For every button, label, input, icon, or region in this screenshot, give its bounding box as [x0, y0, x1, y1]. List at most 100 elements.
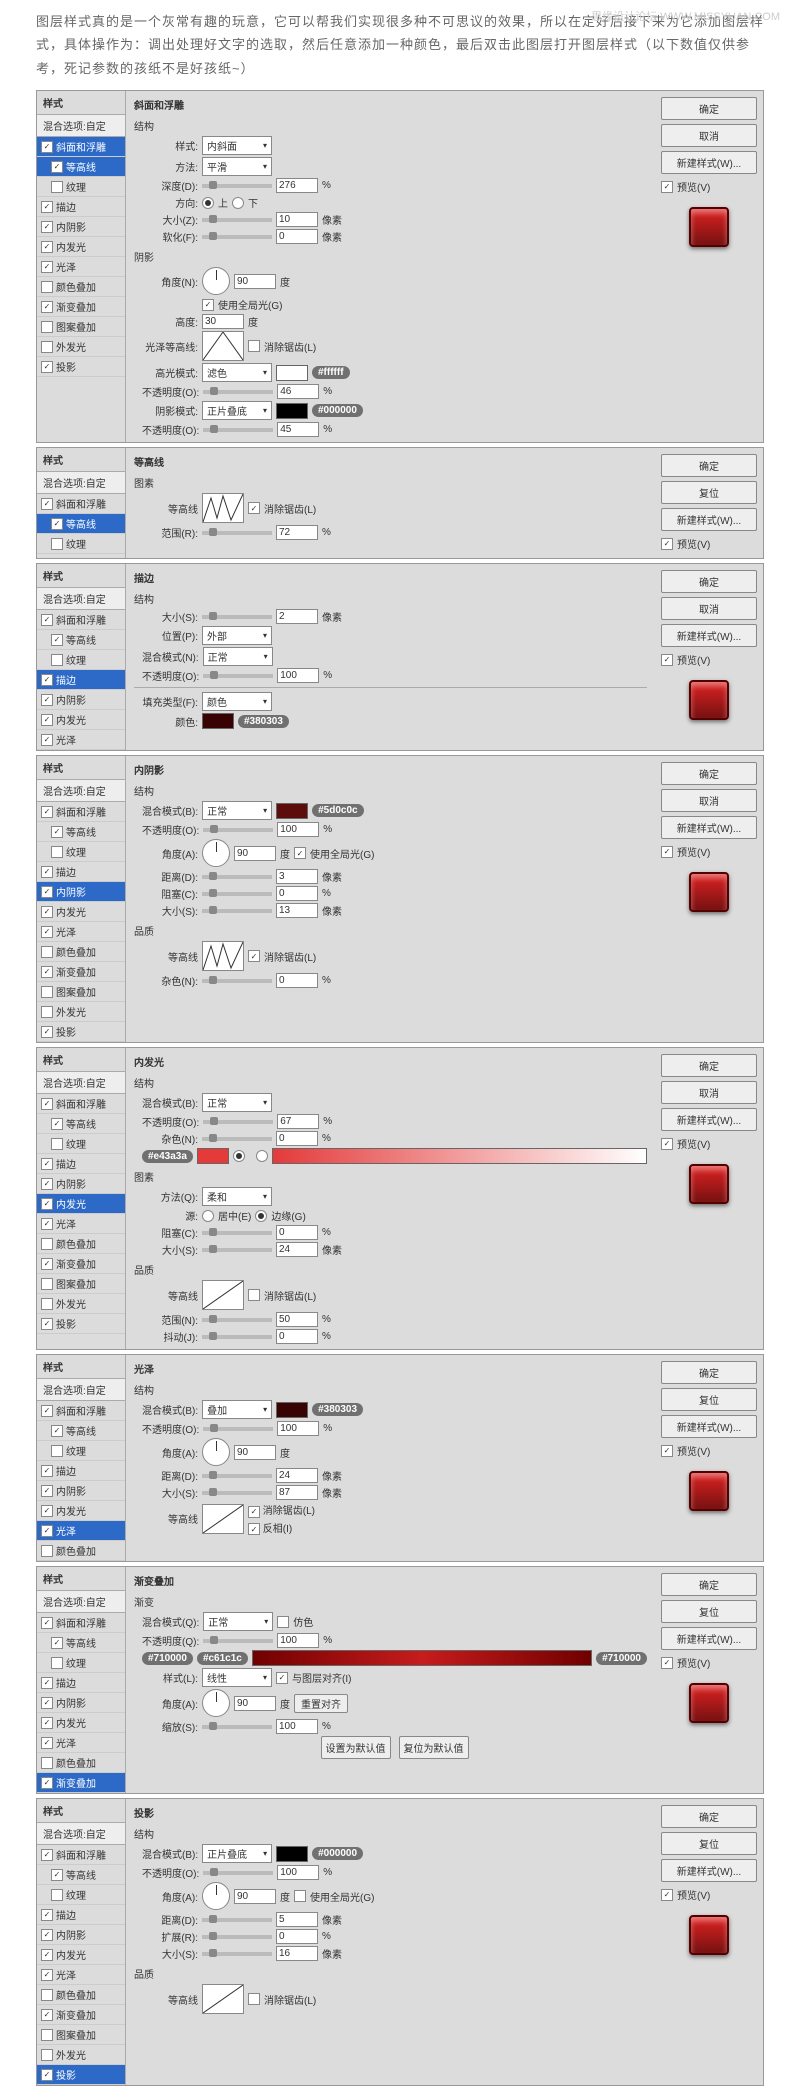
sidebar-satin[interactable]: 光泽: [37, 1214, 125, 1234]
contour-picker[interactable]: [202, 1984, 244, 2014]
spread-slider[interactable]: [202, 1231, 272, 1235]
gradstyle-dropdown[interactable]: 线性: [202, 1668, 272, 1687]
sidebar-texture[interactable]: 纹理: [37, 1653, 125, 1673]
sidebar-gradientoverlay[interactable]: 渐变叠加: [37, 1254, 125, 1274]
sidebar-innershadow[interactable]: 内阴影: [37, 1693, 125, 1713]
sidebar-innershadow[interactable]: 内阴影: [37, 1174, 125, 1194]
checkbox-icon[interactable]: [41, 1849, 53, 1861]
checkbox-icon[interactable]: [41, 361, 53, 373]
sidebar-stroke[interactable]: 描边: [37, 1154, 125, 1174]
size-slider[interactable]: [202, 615, 272, 619]
checkbox-icon[interactable]: [41, 1949, 53, 1961]
sidebar-stroke[interactable]: 描边: [37, 197, 125, 217]
checkbox-icon[interactable]: [51, 1637, 63, 1649]
technique-dropdown[interactable]: 平滑: [202, 157, 272, 176]
angle-input[interactable]: 90: [234, 274, 276, 289]
sidebar-stroke[interactable]: 描边: [37, 1673, 125, 1693]
sidebar-texture[interactable]: 纹理: [37, 1441, 125, 1461]
angle-dial[interactable]: [202, 1689, 230, 1717]
opacity-input[interactable]: 100: [277, 1633, 319, 1648]
sidebar-texture[interactable]: 纹理: [37, 1885, 125, 1905]
soften-input[interactable]: 0: [276, 229, 318, 244]
spread-input[interactable]: 0: [276, 1929, 318, 1944]
blend-options[interactable]: 混合选项:自定: [37, 588, 125, 610]
sidebar-innerglow[interactable]: 内发光: [37, 1713, 125, 1733]
checkbox-icon[interactable]: [51, 1425, 63, 1437]
size-input[interactable]: 2: [276, 609, 318, 624]
checkbox-icon[interactable]: [41, 1465, 53, 1477]
depth-slider[interactable]: [202, 184, 272, 188]
blendmode-dropdown[interactable]: 正常: [203, 1612, 273, 1631]
sidebar-texture[interactable]: 纹理: [37, 650, 125, 670]
checkbox-icon[interactable]: [51, 1657, 63, 1669]
shadow-dropdown[interactable]: 正片叠底: [202, 401, 272, 420]
blend-options[interactable]: 混合选项:自定: [37, 472, 125, 494]
size-input[interactable]: 10: [276, 212, 318, 227]
checkbox-icon[interactable]: [41, 2069, 53, 2081]
hl-opacity-input[interactable]: 46: [277, 384, 319, 399]
resetdefault-button[interactable]: 复位为默认值: [399, 1736, 469, 1759]
sidebar-innerglow[interactable]: 内发光: [37, 1194, 125, 1214]
sidebar-texture[interactable]: 纹理: [37, 842, 125, 862]
newstyle-button[interactable]: 新建样式(W)...: [661, 624, 757, 647]
size-slider[interactable]: [202, 1952, 272, 1956]
ok-button[interactable]: 确定: [661, 1054, 757, 1077]
preview-checkbox[interactable]: [661, 538, 673, 550]
reset-button[interactable]: 复位: [661, 1832, 757, 1855]
color-swatch[interactable]: [276, 803, 308, 819]
blend-options[interactable]: 混合选项:自定: [37, 1072, 125, 1094]
blendmode-dropdown[interactable]: 正常: [203, 647, 273, 666]
checkbox-icon[interactable]: [41, 201, 53, 213]
sidebar-stroke[interactable]: 描边: [37, 1905, 125, 1925]
center-radio[interactable]: [202, 1210, 214, 1222]
ok-button[interactable]: 确定: [661, 97, 757, 120]
sidebar-coloroverlay[interactable]: 颜色叠加: [37, 1985, 125, 2005]
sidebar-dropshadow[interactable]: 投影: [37, 2065, 125, 2085]
checkbox-icon[interactable]: [41, 321, 53, 333]
position-dropdown[interactable]: 外部: [202, 626, 272, 645]
blendmode-dropdown[interactable]: 正常: [202, 1093, 272, 1112]
jitter-input[interactable]: 0: [276, 1329, 318, 1344]
blend-options[interactable]: 混合选项:自定: [37, 780, 125, 802]
range-slider[interactable]: [202, 531, 272, 535]
preview-checkbox[interactable]: [661, 1889, 673, 1901]
distance-slider[interactable]: [202, 1918, 272, 1922]
checkbox-icon[interactable]: [41, 734, 53, 746]
checkbox-icon[interactable]: [41, 1218, 53, 1230]
color-radio[interactable]: [233, 1150, 245, 1162]
color-swatch[interactable]: [276, 1402, 308, 1418]
sidebar-contour[interactable]: 等高线: [37, 822, 125, 842]
checkbox-icon[interactable]: [41, 1098, 53, 1110]
opacity-input[interactable]: 100: [277, 1865, 319, 1880]
choke-input[interactable]: 0: [276, 886, 318, 901]
sidebar-coloroverlay[interactable]: 颜色叠加: [37, 1541, 125, 1561]
sidebar-coloroverlay[interactable]: 颜色叠加: [37, 1753, 125, 1773]
checkbox-icon[interactable]: [41, 1178, 53, 1190]
checkbox-icon[interactable]: [51, 1445, 63, 1457]
blend-options[interactable]: 混合选项:自定: [37, 1379, 125, 1401]
checkbox-icon[interactable]: [51, 538, 63, 550]
checkbox-icon[interactable]: [41, 1717, 53, 1729]
sh-opacity-slider[interactable]: [203, 428, 273, 432]
sidebar-satin[interactable]: 光泽: [37, 1521, 125, 1541]
sidebar-bevel[interactable]: 斜面和浮雕: [37, 137, 125, 157]
size-input[interactable]: 16: [276, 1946, 318, 1961]
global-light-checkbox[interactable]: [294, 847, 306, 859]
preview-checkbox[interactable]: [661, 1445, 673, 1457]
align-checkbox[interactable]: [276, 1672, 288, 1684]
checkbox-icon[interactable]: [41, 221, 53, 233]
checkbox-icon[interactable]: [41, 1909, 53, 1921]
newstyle-button[interactable]: 新建样式(W)...: [661, 1415, 757, 1438]
checkbox-icon[interactable]: [41, 694, 53, 706]
checkbox-icon[interactable]: [51, 181, 63, 193]
angle-dial[interactable]: [202, 1882, 230, 1910]
range-slider[interactable]: [202, 1318, 272, 1322]
sidebar-bevel[interactable]: 斜面和浮雕: [37, 610, 125, 630]
distance-input[interactable]: 3: [276, 869, 318, 884]
opacity-slider[interactable]: [203, 1639, 273, 1643]
checkbox-icon[interactable]: [41, 1545, 53, 1557]
checkbox-icon[interactable]: [41, 1989, 53, 2001]
cancel-button[interactable]: 取消: [661, 597, 757, 620]
sidebar-gradientoverlay[interactable]: 渐变叠加: [37, 297, 125, 317]
checkbox-icon[interactable]: [41, 614, 53, 626]
